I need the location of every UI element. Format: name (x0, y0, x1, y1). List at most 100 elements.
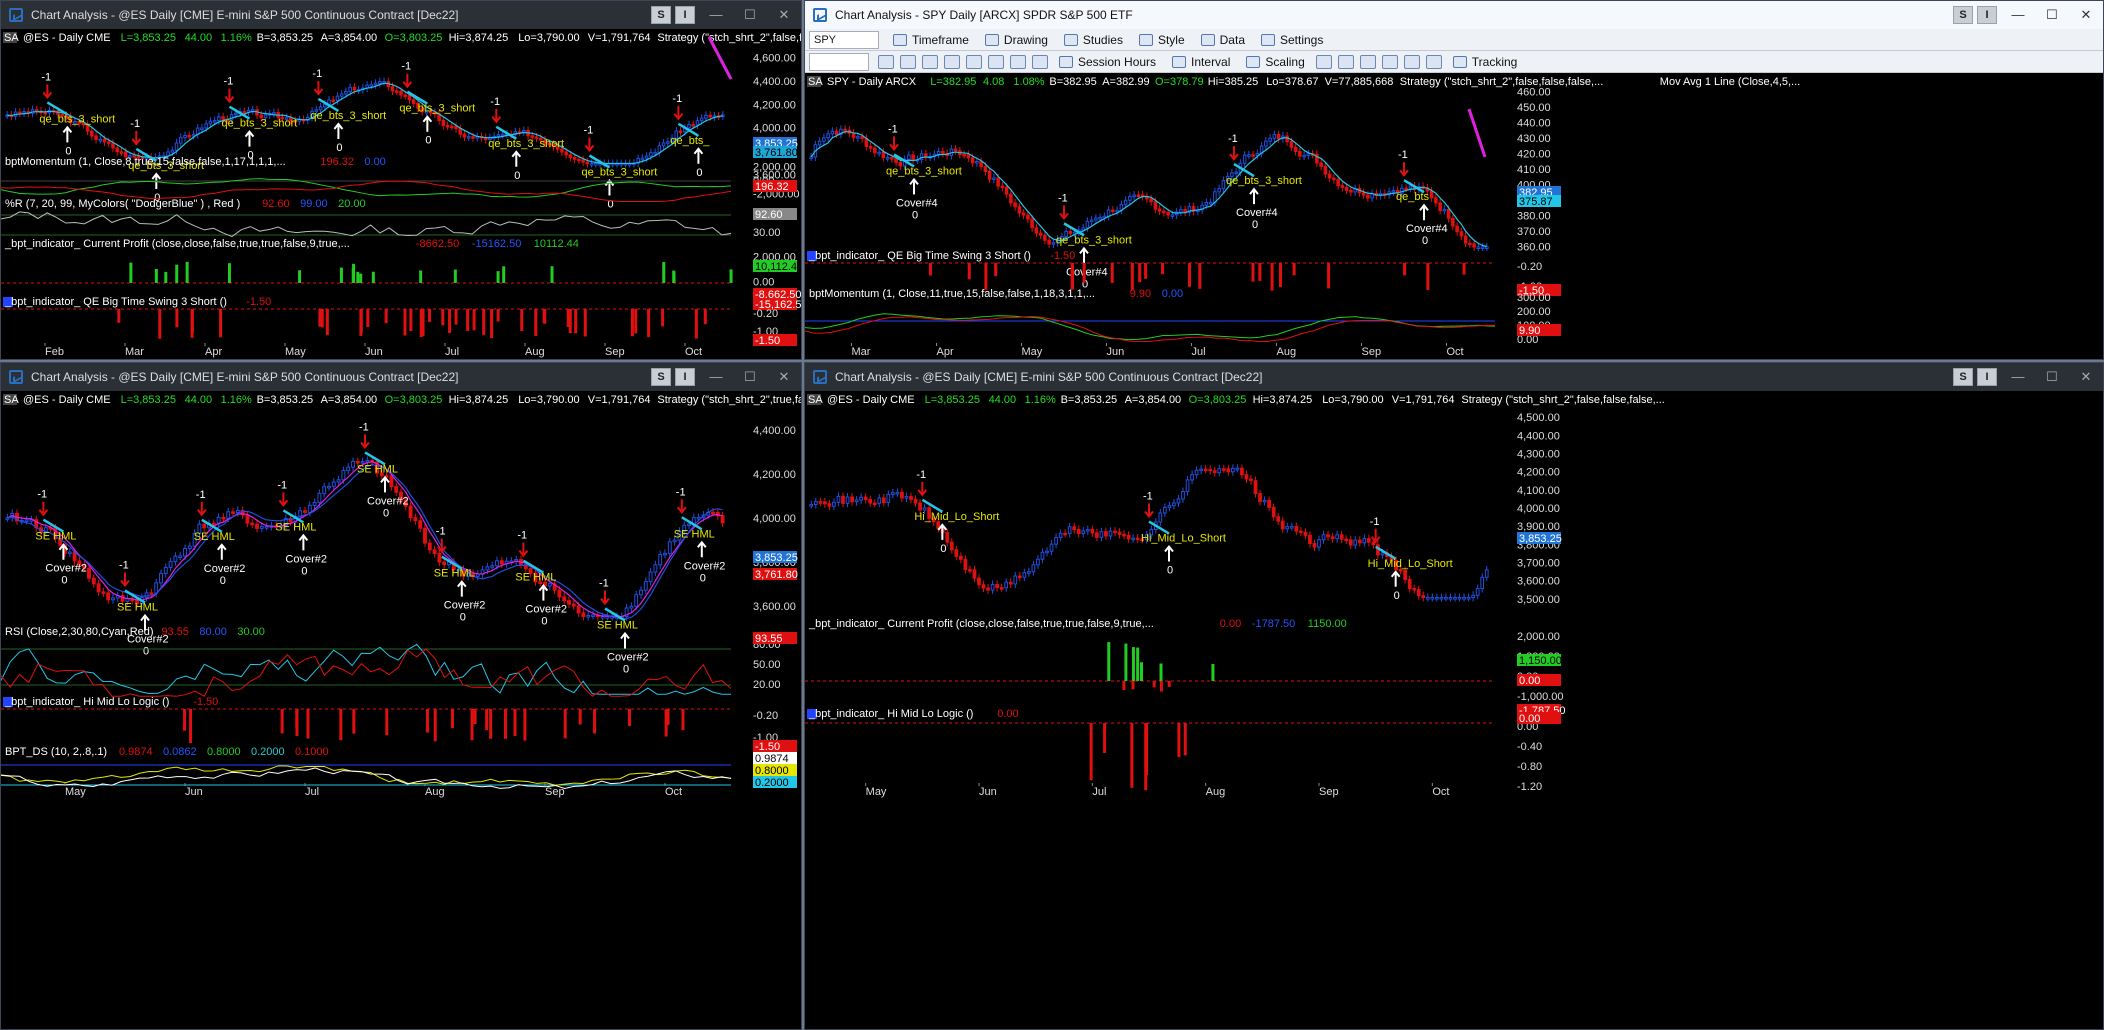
minimize-icon[interactable]: — (2001, 363, 2035, 391)
window-titlebar[interactable]: Chart Analysis - @ES Daily [CME] E-mini … (1, 1, 801, 29)
candle (568, 154, 573, 158)
chart-canvas[interactable]: SA SPY - Daily ARCX L=382.95 4.08 1.08% B=382… (805, 73, 2103, 359)
minimize-icon[interactable]: — (2001, 1, 2035, 29)
time-axis-label: Feb (45, 346, 64, 358)
time-axis-label: Mar (125, 346, 144, 358)
session-hours-menu[interactable]: Session Hours (1051, 55, 1164, 69)
signal-label: Hi_Mid_Lo_Short (1368, 558, 1453, 570)
zoom-in-icon[interactable] (1381, 54, 1398, 69)
s-button[interactable]: S (1953, 368, 1973, 386)
chart-canvas[interactable]: SA @ES - Daily CME L=3,853.25 44.00 1.16% B=3… (1, 29, 801, 359)
settings-menu[interactable]: Settings (1253, 33, 1331, 47)
chart-window-es-bottom-right[interactable]: Chart Analysis - @ES Daily [CME] E-mini … (804, 362, 2104, 1030)
maximize-icon[interactable]: ☐ (2035, 1, 2069, 29)
panel-value: 0.00 (1162, 288, 1183, 300)
bar-chart-icon[interactable] (1010, 54, 1026, 69)
window-titlebar[interactable]: Chart Analysis - @ES Daily [CME] E-mini … (805, 363, 2103, 391)
i-button[interactable]: I (1977, 368, 1997, 386)
change-pct: 1.16% (1025, 394, 1056, 406)
candle (1190, 474, 1194, 481)
histogram-bar (1131, 647, 1135, 681)
tracking-menu[interactable]: Tracking (1445, 55, 1526, 69)
i-button[interactable]: I (675, 6, 695, 24)
candle (1408, 185, 1413, 189)
chart-window-es-top-left[interactable]: Chart Analysis - @ES Daily [CME] E-mini … (0, 0, 802, 360)
chart-canvas[interactable]: SA @ES - Daily CME L=3,853.25 44.00 1.16% B=3… (805, 391, 2103, 1029)
s-button[interactable]: S (651, 6, 671, 24)
candle (339, 93, 344, 97)
histogram-bar (928, 263, 932, 276)
cursor-icon[interactable] (878, 54, 894, 69)
s-button[interactable]: S (1953, 6, 1973, 24)
panel-value: 9.90 (1130, 288, 1151, 300)
chart-window-es-bottom-left[interactable]: Chart Analysis - @ES Daily [CME] E-mini … (0, 362, 802, 1030)
panel-value: 0.1000 (295, 746, 329, 758)
scaling-menu[interactable]: Scaling (1238, 55, 1312, 69)
chart-area[interactable]: SA SPY - Daily ARCX L=382.95 4.08 1.08% B=382… (805, 73, 2103, 359)
chart-area[interactable]: SA @ES - Daily CME L=3,853.25 44.00 1.16% B=3… (805, 391, 2103, 1029)
close-icon[interactable]: ✕ (2069, 1, 2103, 29)
chart-area[interactable]: SA @ES - Daily CME L=3,853.25 44.00 1.16% B=3… (1, 391, 801, 1029)
minimize-icon[interactable]: — (699, 363, 733, 391)
pan-icon[interactable] (1425, 54, 1442, 69)
candle (1240, 467, 1244, 476)
signal-label: qe_bts_3_short (221, 118, 297, 130)
chart-app-icon (813, 370, 827, 384)
time-axis-label: Oct (685, 346, 702, 358)
i-button[interactable]: I (1977, 6, 1997, 24)
zoom-out-icon[interactable] (1403, 54, 1420, 69)
close-icon[interactable]: ✕ (767, 363, 801, 391)
symbol-input[interactable]: SPY (809, 30, 879, 49)
candle (344, 91, 348, 95)
price-axis-label: 4,300.00 (1517, 448, 1560, 460)
maximize-icon[interactable]: ☐ (733, 363, 767, 391)
maximize-icon[interactable]: ☐ (2035, 363, 2069, 391)
close-icon[interactable]: ✕ (767, 1, 801, 29)
window-titlebar[interactable]: Chart Analysis - @ES Daily [CME] E-mini … (1, 363, 801, 391)
trendline-icon[interactable] (922, 54, 938, 69)
last-price: L=382.95 (930, 76, 976, 88)
maximize-icon[interactable]: ☐ (733, 1, 767, 29)
zoom-icon[interactable] (900, 54, 916, 69)
s-button[interactable]: S (651, 368, 671, 386)
histogram-bar (1131, 681, 1135, 690)
exit-qty: 0 (514, 170, 520, 182)
candle (900, 491, 904, 499)
minimize-icon[interactable]: — (699, 1, 733, 29)
candle (643, 580, 648, 591)
chart-area[interactable]: SA @ES - Daily CME L=3,853.25 44.00 1.16% B=3… (1, 29, 801, 359)
timeframe-menu[interactable]: Timeframe (885, 33, 977, 47)
text-icon[interactable] (944, 54, 960, 69)
candle (1330, 536, 1335, 540)
chart-canvas[interactable]: SA @ES - Daily CME L=3,853.25 44.00 1.16% B=3… (1, 391, 801, 1029)
grid-icon[interactable] (988, 54, 1004, 69)
candle (96, 583, 101, 593)
candle (250, 522, 255, 526)
candle (1128, 196, 1132, 201)
exit-qty: 0 (61, 575, 67, 587)
drawing-menu[interactable]: Drawing (977, 33, 1056, 47)
low: Lo=3,790.00 (1322, 394, 1383, 406)
price-axis-label: 3,900.00 (1517, 521, 1560, 533)
fib-icon[interactable] (966, 54, 982, 69)
bars-icon[interactable] (1315, 54, 1332, 69)
i-button[interactable]: I (675, 368, 695, 386)
histogram-bar (1144, 263, 1148, 279)
candle (1312, 543, 1317, 548)
data-menu[interactable]: Data (1193, 33, 1253, 47)
chart-window-spy[interactable]: Chart Analysis - SPY Daily [ARCX] SPDR S… (804, 0, 2104, 360)
candle (522, 129, 526, 133)
price-tag-text: 92.60 (755, 209, 783, 221)
window-titlebar[interactable]: Chart Analysis - SPY Daily [ARCX] SPDR S… (805, 1, 2103, 29)
volume-icon[interactable] (1337, 54, 1354, 69)
interval-menu[interactable]: Interval (1164, 55, 1238, 69)
price-tag-text: 3,853.25 (755, 552, 798, 564)
candle-icon[interactable] (1032, 54, 1048, 69)
close-icon[interactable]: ✕ (2069, 363, 2103, 391)
studies-menu[interactable]: Studies (1056, 33, 1131, 47)
candle (809, 504, 814, 507)
interval-select[interactable] (809, 52, 869, 71)
style-menu[interactable]: Style (1131, 33, 1193, 47)
candle (859, 496, 863, 501)
spacing-icon[interactable] (1359, 54, 1376, 69)
